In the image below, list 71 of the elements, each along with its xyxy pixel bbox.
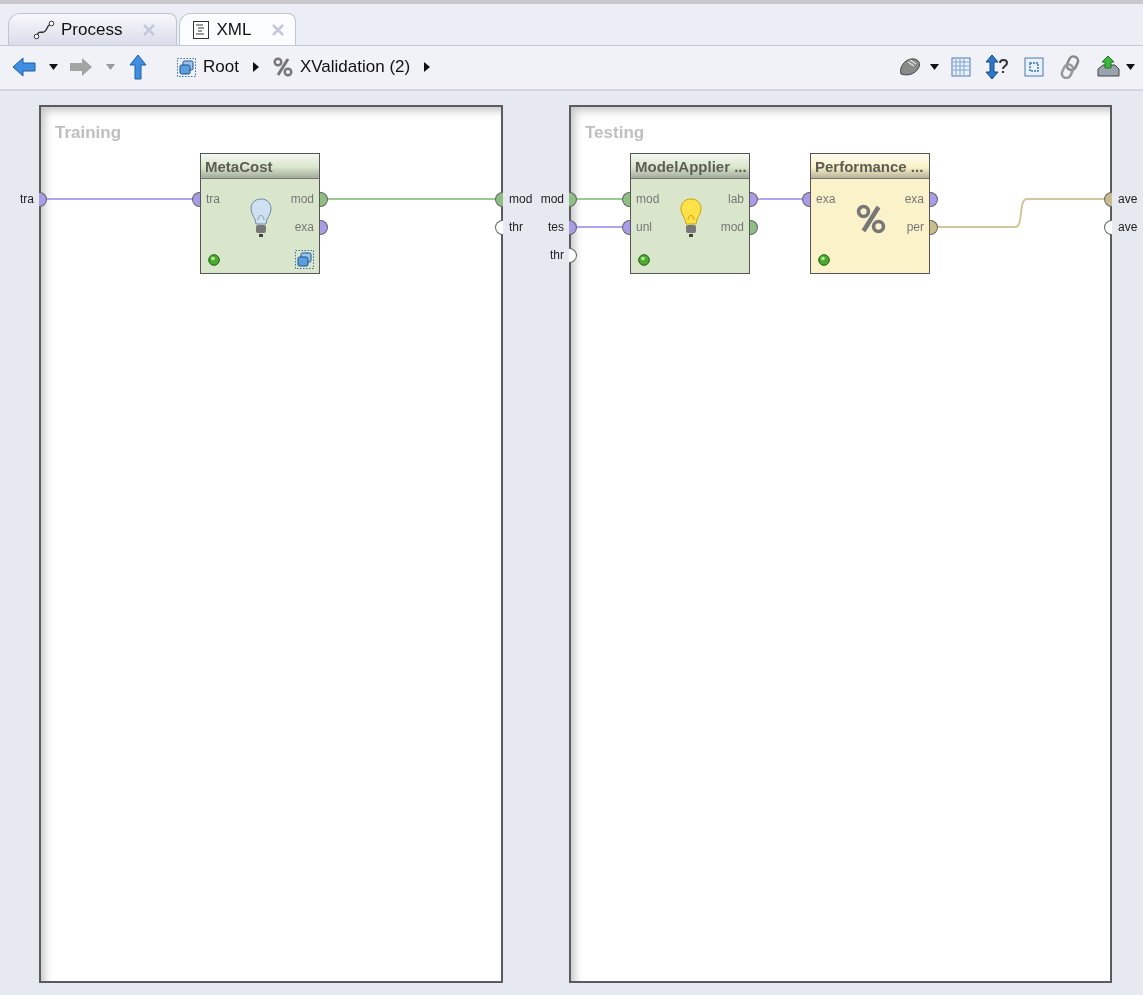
port-label: mod [720, 220, 744, 234]
light-bulb-icon [680, 198, 702, 238]
operator-title: Performance ... [811, 154, 929, 179]
port-label: per [906, 220, 924, 234]
port-connector[interactable] [622, 220, 630, 235]
port-label: tra [20, 192, 34, 206]
port-connector[interactable] [802, 192, 810, 207]
port-label: exa [816, 192, 836, 206]
curve-icon [33, 19, 55, 40]
tab[interactable]: Process [8, 13, 178, 45]
port-label: ave [1118, 192, 1138, 206]
port-connector[interactable] [320, 192, 328, 207]
status-light-icon [638, 254, 650, 266]
hand-icon[interactable] [898, 56, 922, 78]
port-label: mod [290, 192, 314, 206]
port-connector[interactable] [495, 220, 503, 235]
port-label: mod [509, 192, 533, 206]
document-icon [192, 19, 211, 40]
port-connector[interactable] [320, 220, 328, 235]
panel-title: Training [55, 123, 122, 143]
tab[interactable]: XML [179, 13, 297, 45]
caret-icon[interactable] [49, 64, 58, 70]
back-arrow-icon[interactable] [12, 57, 36, 77]
breadcrumb-link[interactable]: XValidation (2) [299, 57, 411, 77]
up-arrow-icon[interactable] [129, 54, 147, 80]
percent-icon [272, 57, 293, 77]
arrow-icon[interactable] [252, 62, 259, 72]
port-connector[interactable] [192, 192, 200, 207]
arrow-icon[interactable] [424, 62, 431, 72]
port-label: unl [636, 220, 652, 234]
port-label: ave [1118, 220, 1138, 234]
port-connector[interactable] [495, 192, 503, 207]
chain-link-icon[interactable] [1059, 55, 1081, 79]
operator-node[interactable]: ModelApplier ... mod unl lab mod [630, 153, 750, 274]
port-label: tes [548, 220, 564, 234]
port-label: thr [509, 220, 523, 234]
light-bulb-icon [250, 198, 272, 238]
operator-node[interactable]: MetaCost tra mod exa [200, 153, 320, 274]
port-label: lab [728, 192, 744, 206]
port-connector[interactable] [569, 220, 577, 235]
port-connector[interactable] [1104, 192, 1112, 207]
windows-icon [177, 57, 196, 77]
subprocess-icon[interactable] [295, 250, 314, 269]
panel-title: Testing [585, 123, 645, 143]
caret-icon[interactable] [930, 64, 939, 70]
fit-icon[interactable] [1024, 57, 1044, 77]
port-connector[interactable] [39, 192, 47, 207]
port-label: mod [636, 192, 660, 206]
port-connector[interactable] [569, 192, 577, 207]
port-connector[interactable] [750, 192, 758, 207]
port-connector[interactable] [1104, 220, 1112, 235]
port-connector[interactable] [930, 220, 938, 235]
status-light-icon [818, 254, 830, 266]
status-light-icon [208, 254, 220, 266]
operator-node[interactable]: Performance ... exa exa per [810, 153, 930, 274]
port-connector[interactable] [930, 192, 938, 207]
operator-title: MetaCost [201, 154, 319, 179]
caret-icon[interactable] [1126, 64, 1135, 70]
breadcrumb-link[interactable]: Root [203, 57, 239, 77]
port-label: tra [206, 192, 220, 206]
port-label: exa [294, 220, 314, 234]
port-connector[interactable] [750, 220, 758, 235]
port-label: thr [550, 248, 564, 262]
export-icon[interactable] [1096, 55, 1120, 79]
port-connector[interactable] [622, 192, 630, 207]
port-connector[interactable] [569, 248, 577, 263]
arrange-icon[interactable] [985, 54, 1009, 80]
percent-icon [856, 204, 886, 234]
operator-title: ModelApplier ... [631, 154, 749, 179]
port-label: mod [540, 192, 564, 206]
port-label: exa [904, 192, 924, 206]
